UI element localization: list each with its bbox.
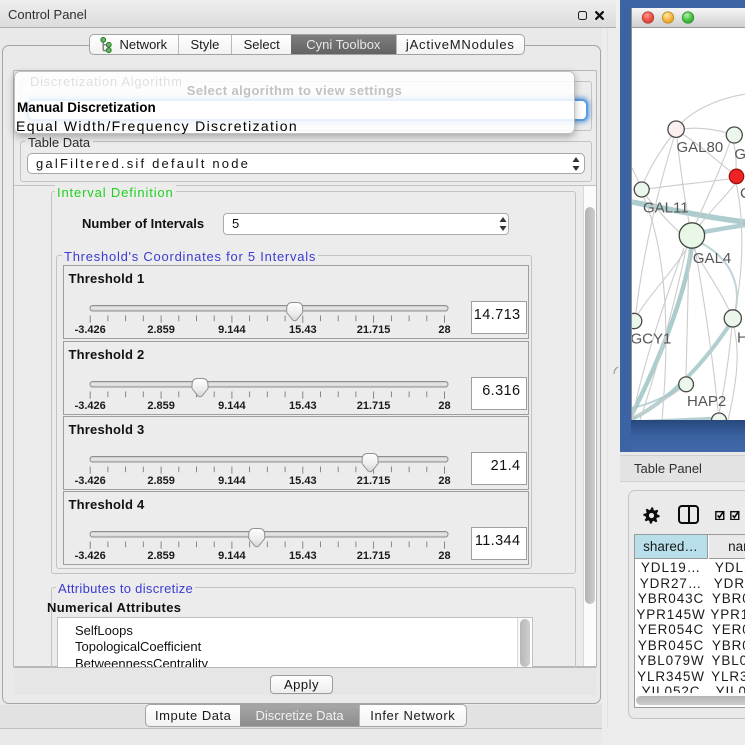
svg-text:GA: GA <box>734 146 745 163</box>
svg-text:H: H <box>737 330 745 347</box>
svg-text:GAL11: GAL11 <box>643 200 689 217</box>
svg-text:GCY1: GCY1 <box>632 331 671 348</box>
svg-text:C: C <box>740 185 745 202</box>
svg-text:HAP2: HAP2 <box>687 393 726 410</box>
svg-text:GAL4: GAL4 <box>693 250 731 267</box>
svg-text:GAL80: GAL80 <box>677 139 724 156</box>
